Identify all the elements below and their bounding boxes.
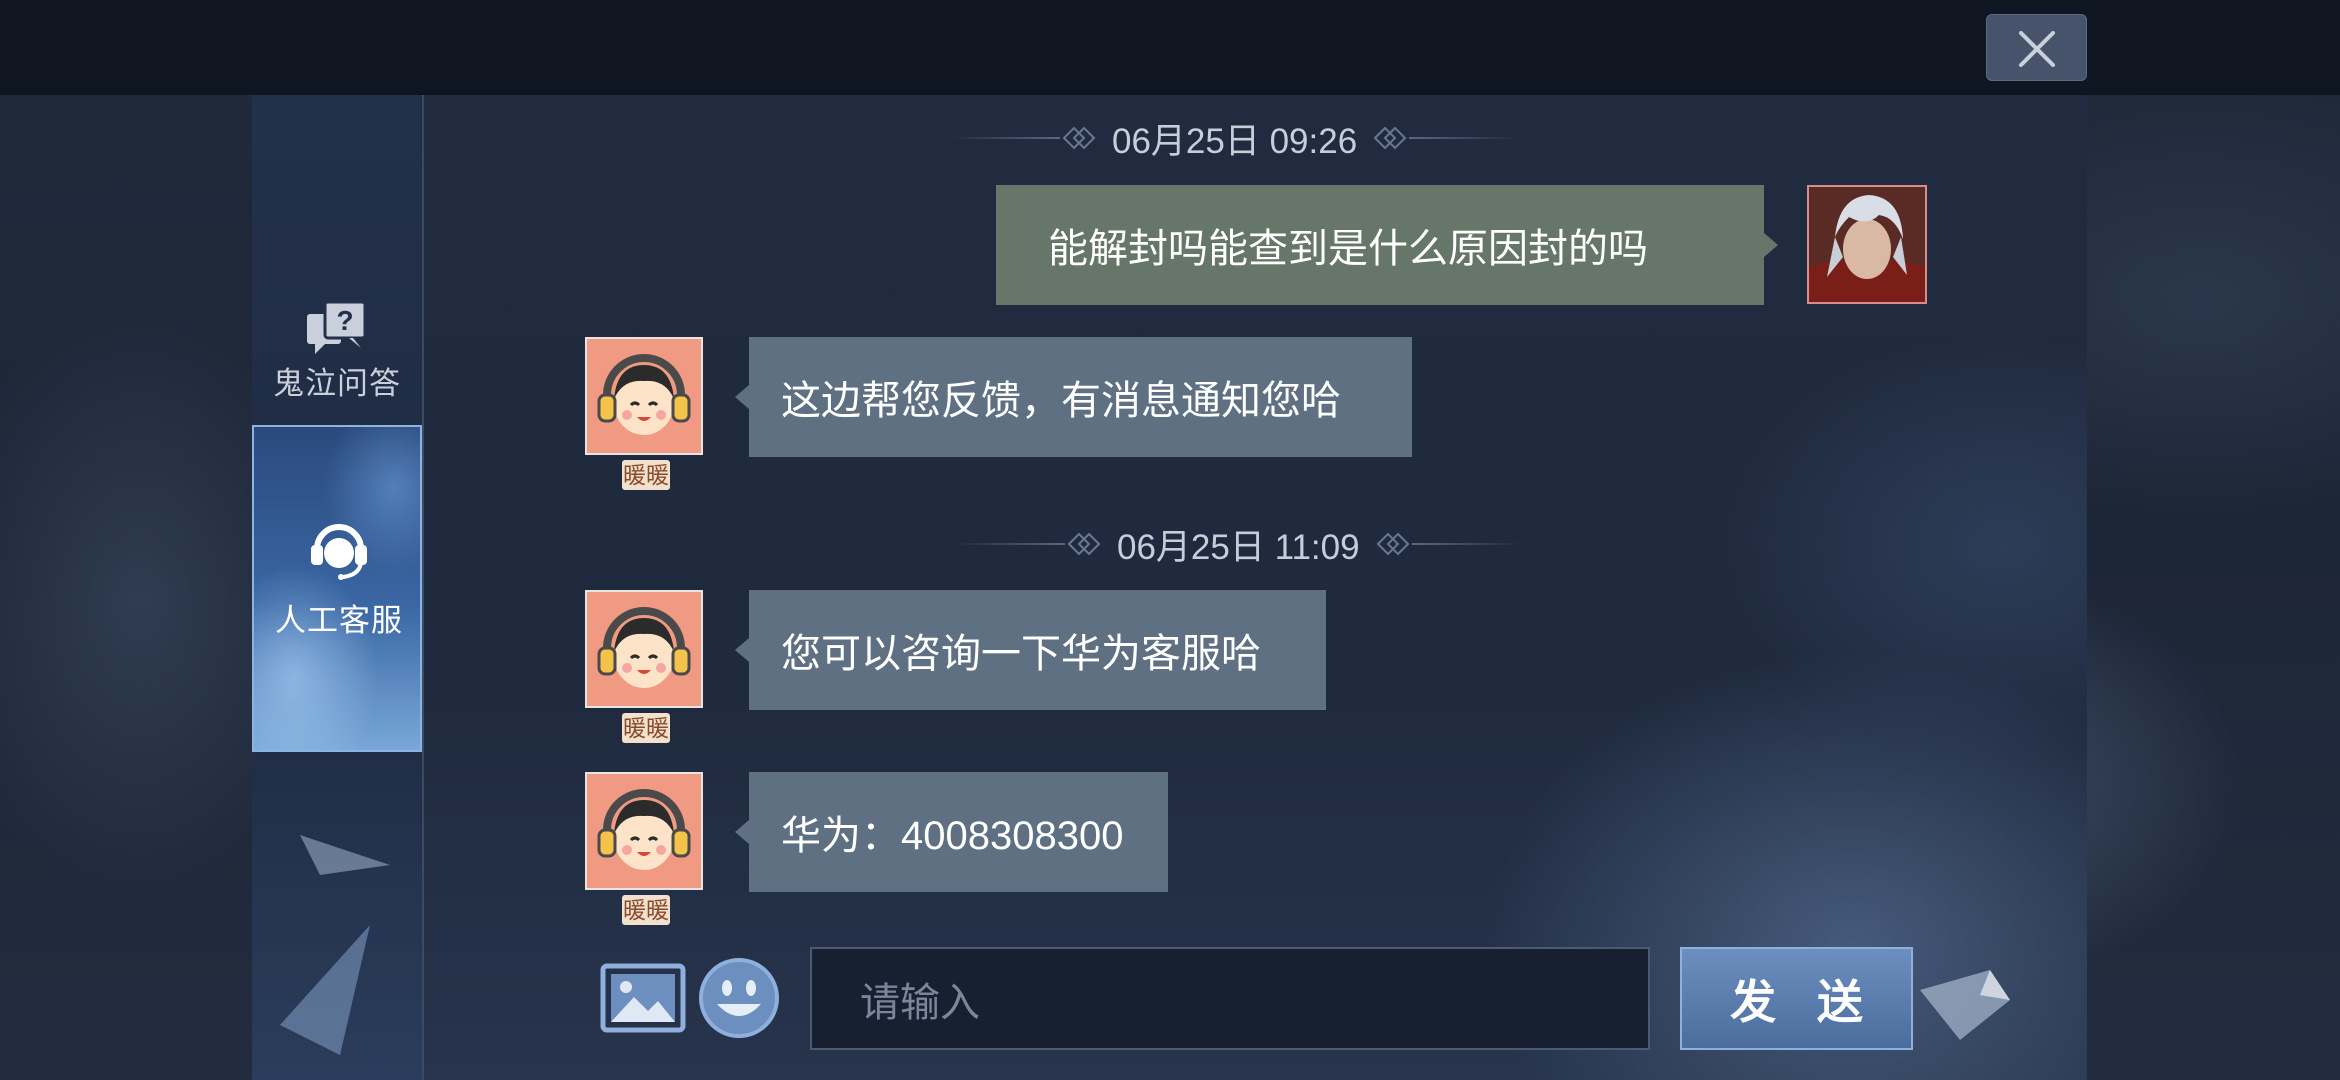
- message-text: 华为：4008308300: [781, 814, 1124, 858]
- timestamp-text: 06月25日 09:26: [1112, 121, 1358, 161]
- agent-avatar[interactable]: [585, 337, 703, 455]
- agent-message-bubble: 这边帮您反馈，有消息通知您哈: [735, 337, 1412, 457]
- timestamp-text: 06月25日 11:09: [1117, 527, 1360, 567]
- message-text: 能解封吗能查到是什么原因封的吗: [1048, 227, 1648, 271]
- sidebar-item-faq[interactable]: ? 鬼泣问答: [252, 200, 422, 420]
- send-button[interactable]: 发 送: [1680, 947, 1913, 1050]
- message-input[interactable]: 请输入: [810, 947, 1650, 1050]
- user-avatar[interactable]: [1807, 185, 1927, 304]
- question-bubble-icon: ?: [307, 300, 367, 354]
- user-avatar-image: [1809, 187, 1925, 302]
- sidebar-item-label: 人工客服: [275, 603, 403, 638]
- message-text: 这边帮您反馈，有消息通知您哈: [781, 379, 1341, 423]
- sidebar-item-human-service[interactable]: 人工客服: [252, 425, 422, 752]
- divider: [955, 543, 1065, 545]
- agent-avatar-image: [587, 774, 701, 888]
- headset-icon: [311, 524, 367, 580]
- user-message-bubble: 能解封吗能查到是什么原因封的吗: [996, 185, 1778, 305]
- sidebar: ? 鬼泣问答 人工客服: [252, 95, 424, 1080]
- diamond-ornament-icon: [1062, 126, 1096, 150]
- agent-avatar[interactable]: [585, 772, 703, 890]
- image-icon: [600, 963, 686, 1033]
- divider: [1409, 137, 1520, 139]
- close-icon: [2019, 31, 2055, 67]
- input-placeholder: 请输入: [860, 980, 980, 1025]
- divider: [950, 137, 1060, 139]
- diamond-ornament-icon: [1067, 532, 1101, 556]
- bubble-tail: [735, 820, 749, 844]
- decor-crystal: [1920, 970, 2010, 1040]
- sidebar-item-label: 鬼泣问答: [273, 366, 401, 401]
- bubble-tail: [735, 638, 749, 662]
- close-button[interactable]: [1986, 14, 2087, 81]
- image-button[interactable]: [600, 963, 686, 1033]
- svg-text:?: ?: [336, 305, 353, 336]
- decor-shard: [280, 835, 390, 1055]
- diamond-ornament-icon: [1373, 126, 1407, 150]
- divider: [1411, 543, 1522, 545]
- agent-message-bubble: 华为：4008308300: [735, 772, 1168, 892]
- diamond-ornament-icon: [1376, 532, 1409, 556]
- agent-avatar-image: [587, 339, 701, 453]
- agent-name-tag: 暖暖: [622, 460, 670, 490]
- emoji-icon: [699, 958, 779, 1038]
- agent-name-tag: 暖暖: [622, 895, 670, 925]
- bubble-tail: [1764, 233, 1778, 257]
- message-text: 您可以咨询一下华为客服哈: [781, 632, 1261, 676]
- timestamp: 06月25日 11:09: [955, 524, 1522, 567]
- timestamp: 06月25日 09:26: [950, 118, 1520, 161]
- agent-name-tag: 暖暖: [622, 713, 670, 743]
- emoji-button[interactable]: [697, 956, 781, 1040]
- agent-message-bubble: 您可以咨询一下华为客服哈: [735, 590, 1326, 710]
- agent-avatar-image: [587, 592, 701, 706]
- bubble-tail: [735, 385, 749, 409]
- agent-avatar[interactable]: [585, 590, 703, 708]
